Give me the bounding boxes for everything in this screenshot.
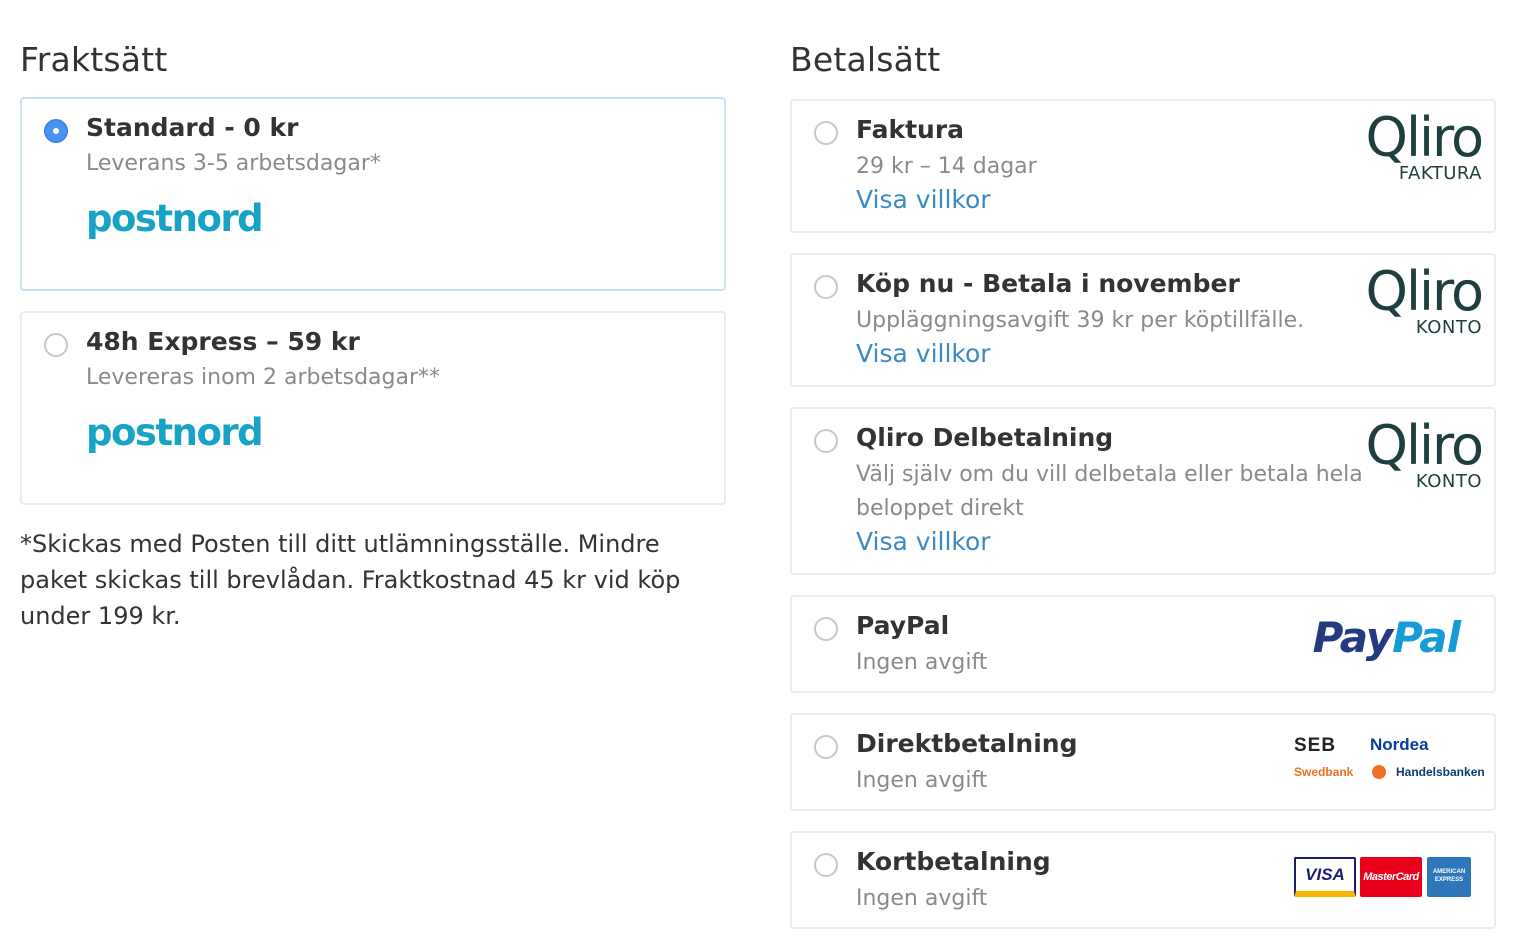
qliro-logo-word: Qliro bbox=[1365, 106, 1484, 169]
radio-kop-nu[interactable] bbox=[814, 275, 838, 299]
terms-link[interactable]: Visa villkor bbox=[856, 339, 991, 368]
terms-link[interactable]: Visa villkor bbox=[856, 527, 991, 556]
paypal-logo-pal: Pal bbox=[1392, 613, 1461, 662]
radio-express[interactable] bbox=[44, 333, 68, 357]
terms-link[interactable]: Visa villkor bbox=[856, 185, 991, 214]
card-logos: VISA MasterCard AMERICAN EXPRESS bbox=[1294, 857, 1474, 899]
shipping-note: *Skickas med Posten till ditt utlämnings… bbox=[20, 530, 681, 630]
payment-option-title: PayPal bbox=[856, 611, 950, 640]
postnord-logo: postnord bbox=[86, 197, 264, 240]
shipping-heading: Fraktsätt bbox=[20, 40, 168, 79]
payment-option-paypal[interactable]: PayPal Ingen avgift PayPal bbox=[790, 595, 1496, 693]
payment-option-title: Qliro Delbetalning bbox=[856, 423, 1114, 452]
qliro-logo-word: Qliro bbox=[1365, 414, 1484, 477]
payment-heading: Betalsätt bbox=[790, 40, 941, 79]
qliro-konto-logo: Qliro KONTO bbox=[1365, 414, 1484, 491]
postnord-logo: postnord bbox=[86, 411, 264, 454]
shipping-option-subtitle: Levereras inom 2 arbetsdagar** bbox=[86, 365, 441, 390]
bank-logos: SEB Nordea Swedbank Handelsbanken bbox=[1294, 733, 1490, 789]
payment-option-subtitle: Uppläggningsavgift 39 kr per köptillfäll… bbox=[856, 308, 1305, 333]
radio-standard[interactable] bbox=[44, 119, 68, 143]
radio-faktura[interactable] bbox=[814, 121, 838, 145]
shipping-option-standard[interactable]: Standard - 0 kr Leverans 3-5 arbetsdagar… bbox=[20, 97, 726, 291]
payment-option-subtitle: Ingen avgift bbox=[856, 650, 988, 675]
payment-option-kortbetalning[interactable]: Kortbetalning Ingen avgift VISA MasterCa… bbox=[790, 831, 1496, 929]
shipping-option-express[interactable]: 48h Express – 59 kr Levereras inom 2 arb… bbox=[20, 311, 726, 505]
swedbank-logo: Swedbank bbox=[1294, 765, 1354, 779]
handelsbanken-logo: Handelsbanken bbox=[1396, 765, 1485, 779]
payment-option-subtitle: Ingen avgift bbox=[856, 768, 988, 793]
nordea-logo: Nordea bbox=[1370, 735, 1429, 754]
paypal-logo: PayPal bbox=[1312, 613, 1461, 662]
visa-logo: VISA bbox=[1294, 857, 1356, 897]
radio-kortbetalning[interactable] bbox=[814, 853, 838, 877]
swedbank-oak-icon bbox=[1372, 765, 1386, 779]
payment-option-subtitle: Välj själv om du vill delbetala eller be… bbox=[856, 462, 1363, 521]
payment-option-subtitle: 29 kr – 14 dagar bbox=[856, 154, 1037, 179]
payment-option-title: Faktura bbox=[856, 115, 965, 144]
radio-delbetalning[interactable] bbox=[814, 429, 838, 453]
payment-option-direktbetalning[interactable]: Direktbetalning Ingen avgift SEB Nordea … bbox=[790, 713, 1496, 811]
shipping-option-subtitle: Leverans 3-5 arbetsdagar* bbox=[86, 151, 381, 176]
shipping-option-title: Standard - 0 kr bbox=[86, 113, 299, 142]
qliro-faktura-logo: Qliro FAKTURA bbox=[1365, 106, 1484, 183]
paypal-logo-pay: Pay bbox=[1312, 613, 1394, 662]
mastercard-logo: MasterCard bbox=[1360, 857, 1422, 897]
payment-option-faktura[interactable]: Faktura 29 kr – 14 dagar Visa villkor Ql… bbox=[790, 99, 1496, 233]
payment-option-delbetalning[interactable]: Qliro Delbetalning Välj själv om du vill… bbox=[790, 407, 1496, 575]
amex-logo: AMERICAN EXPRESS bbox=[1427, 857, 1471, 897]
payment-option-title: Köp nu - Betala i november bbox=[856, 269, 1240, 298]
payment-option-title: Direktbetalning bbox=[856, 729, 1078, 758]
shipping-option-title: 48h Express – 59 kr bbox=[86, 327, 360, 356]
radio-direktbetalning[interactable] bbox=[814, 735, 838, 759]
radio-paypal[interactable] bbox=[814, 617, 838, 641]
payment-option-subtitle: Ingen avgift bbox=[856, 886, 988, 911]
qliro-konto-logo: Qliro KONTO bbox=[1365, 260, 1484, 337]
payment-option-title: Kortbetalning bbox=[856, 847, 1051, 876]
payment-option-kop-nu[interactable]: Köp nu - Betala i november Uppläggningsa… bbox=[790, 253, 1496, 387]
qliro-logo-word: Qliro bbox=[1365, 260, 1484, 323]
seb-logo: SEB bbox=[1294, 735, 1337, 756]
